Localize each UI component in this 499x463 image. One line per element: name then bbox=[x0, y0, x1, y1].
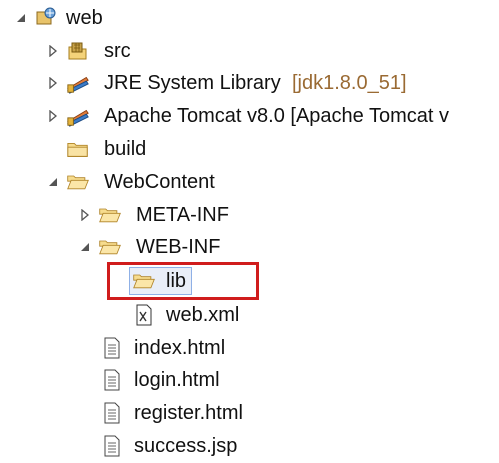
tree-item-web-inf[interactable]: WEB-INF bbox=[0, 232, 499, 262]
tree-item-success-jsp[interactable]: success.jsp bbox=[0, 431, 499, 461]
xml-file-icon bbox=[132, 300, 156, 330]
tree-item-label: META-INF bbox=[136, 204, 229, 226]
jdk-version-decoration: [jdk1.8.0_51] bbox=[292, 72, 407, 94]
collapse-arrow-icon[interactable] bbox=[78, 232, 92, 262]
tree-item-label: success.jsp bbox=[134, 435, 238, 457]
open-folder-icon bbox=[132, 266, 156, 296]
tree-item-label: register.html bbox=[134, 402, 243, 424]
folder-icon bbox=[66, 134, 90, 164]
collapse-arrow-icon[interactable] bbox=[14, 3, 28, 33]
web-project-icon bbox=[34, 3, 58, 33]
tree-item-label: web bbox=[66, 7, 103, 29]
tree-item-register-html[interactable]: register.html bbox=[0, 398, 499, 428]
tree-item-label: src bbox=[104, 40, 131, 62]
tree-item-label: build bbox=[104, 138, 147, 160]
tree-item-label: Apache Tomcat v8.0 [Apache Tomcat v bbox=[104, 105, 450, 127]
source-folder-icon bbox=[66, 36, 90, 66]
tree-item-login-html[interactable]: login.html bbox=[0, 365, 499, 395]
collapse-arrow-icon[interactable] bbox=[46, 167, 60, 197]
expand-arrow-icon[interactable] bbox=[46, 101, 60, 131]
tree-item-label: index.html bbox=[134, 337, 226, 359]
tree-item-webcontent[interactable]: WebContent bbox=[0, 167, 499, 197]
tree-item-jre-system-library[interactable]: JRE System Library [jdk1.8.0_51] bbox=[0, 68, 499, 98]
file-icon bbox=[100, 431, 124, 461]
tree-item-label: login.html bbox=[134, 369, 220, 391]
library-icon bbox=[66, 101, 90, 131]
open-folder-icon bbox=[66, 167, 90, 197]
tree-item-src[interactable]: src bbox=[0, 36, 499, 66]
folder-icon bbox=[98, 200, 122, 230]
tree-item-web-xml[interactable]: web.xml bbox=[0, 300, 499, 330]
expand-arrow-icon[interactable] bbox=[46, 68, 60, 98]
file-icon bbox=[100, 398, 124, 428]
tree-item-build[interactable]: build bbox=[0, 134, 499, 164]
expand-arrow-icon[interactable] bbox=[78, 200, 92, 230]
library-icon bbox=[66, 68, 90, 98]
tree-item-meta-inf[interactable]: META-INF bbox=[0, 200, 499, 230]
file-icon bbox=[100, 333, 124, 363]
project-explorer-tree: web src JRE System Library [jdk1.8.0_51]… bbox=[0, 0, 499, 463]
file-icon bbox=[100, 365, 124, 395]
tree-item-web[interactable]: web bbox=[0, 3, 499, 33]
tree-item-index-html[interactable]: index.html bbox=[0, 333, 499, 363]
expand-arrow-icon[interactable] bbox=[46, 36, 60, 66]
tree-item-lib[interactable]: lib bbox=[0, 266, 499, 296]
tree-item-label: JRE System Library bbox=[104, 72, 281, 94]
open-folder-icon bbox=[98, 232, 122, 262]
tree-item-label: WebContent bbox=[104, 171, 215, 193]
tree-item-label: WEB-INF bbox=[136, 236, 221, 258]
tree-item-label: lib bbox=[166, 270, 187, 292]
tree-item-label: web.xml bbox=[166, 304, 240, 326]
tree-item-apache-tomcat[interactable]: Apache Tomcat v8.0 [Apache Tomcat v bbox=[0, 101, 499, 131]
